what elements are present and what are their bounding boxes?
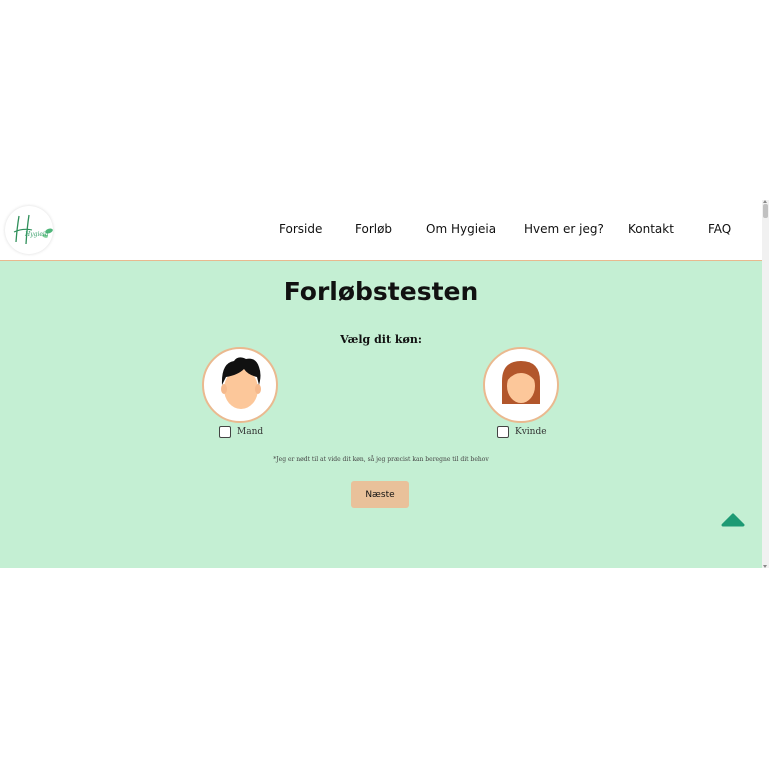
female-label: Kvinde	[515, 427, 547, 437]
nav-item-om-hygieia[interactable]: Om Hygieia	[426, 222, 496, 236]
gender-note: *Jeg er nødt til at vide dit køn, så jeg…	[273, 456, 489, 463]
male-label: Mand	[237, 427, 264, 437]
next-button[interactable]: Næste	[351, 481, 409, 508]
vertical-scrollbar[interactable]	[762, 200, 769, 568]
male-avatar[interactable]	[202, 347, 278, 423]
gender-question: Vælg dit køn:	[340, 333, 422, 346]
quiz-section: Forløbstesten Vælg dit køn: Mand Kvinde …	[0, 261, 762, 568]
scroll-up-arrow-icon[interactable]	[763, 200, 767, 203]
page-title: Forløbstesten	[283, 277, 479, 306]
female-avatar-icon	[502, 361, 540, 404]
female-avatar[interactable]	[483, 347, 559, 423]
main-nav: Forside Forløb Om Hygieia Hvem er jeg? K…	[0, 222, 762, 242]
nav-item-hvem-er-jeg[interactable]: Hvem er jeg?	[524, 222, 604, 236]
chevron-up-icon	[721, 513, 745, 527]
nav-item-kontakt[interactable]: Kontakt	[628, 222, 674, 236]
female-option[interactable]: Kvinde	[497, 426, 547, 438]
scroll-to-top-button[interactable]	[721, 512, 745, 528]
scroll-thumb[interactable]	[763, 204, 768, 218]
male-checkbox[interactable]	[219, 426, 231, 438]
female-checkbox[interactable]	[497, 426, 509, 438]
scroll-down-arrow-icon[interactable]	[763, 565, 767, 568]
male-avatar-icon	[221, 357, 261, 409]
male-option[interactable]: Mand	[219, 426, 263, 438]
nav-item-forloeb[interactable]: Forløb	[355, 222, 392, 236]
nav-item-faq[interactable]: FAQ	[708, 222, 731, 236]
browser-viewport: Hygieia Forside Forløb Om Hygieia Hvem e…	[0, 200, 769, 568]
nav-item-forside[interactable]: Forside	[279, 222, 322, 236]
site-header: Hygieia Forside Forløb Om Hygieia Hvem e…	[0, 200, 762, 261]
